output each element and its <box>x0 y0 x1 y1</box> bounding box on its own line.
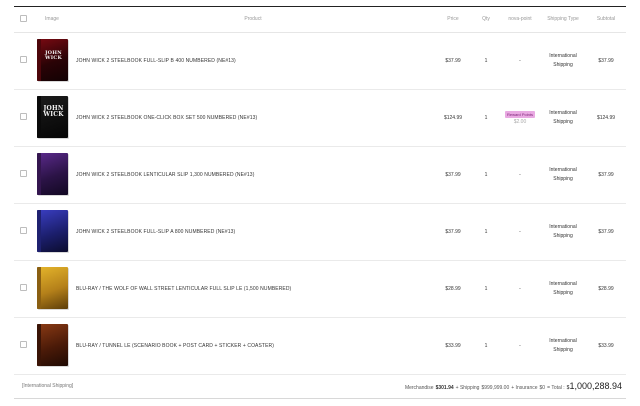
row-checkbox[interactable] <box>19 227 27 234</box>
shipping-line: International <box>549 223 577 230</box>
product-point: - <box>500 146 540 204</box>
product-subtotal: $124.99 <box>586 89 626 147</box>
shipping-line: International <box>549 109 577 116</box>
table-header: Image Product Price Qty nova-point Shipp… <box>14 7 626 33</box>
product-thumbnail[interactable] <box>36 152 68 195</box>
cart-footer: [International Shipping] Merchandise $30… <box>14 375 626 399</box>
table-row: BLU-RAY / THE WOLF OF WALL STREET LENTIC… <box>14 260 626 318</box>
total-amount: $1,000,288.94 <box>567 381 622 391</box>
shipping-line: International <box>549 52 577 59</box>
table-row: JOHN WICK JOHN WICK 2 STEELBOOK FULL-SLI… <box>14 32 626 90</box>
total-value: 1,000,288.94 <box>569 381 622 391</box>
product-point: - <box>500 203 540 261</box>
header-image: Image <box>32 7 72 33</box>
shipping-type: International Shipping <box>540 203 586 261</box>
product-subtotal: $33.99 <box>586 317 626 375</box>
shipping-type: International Shipping <box>540 260 586 318</box>
product-price: $33.99 <box>434 317 472 375</box>
product-qty: 1 <box>472 89 500 147</box>
product-qty: 1 <box>472 317 500 375</box>
header-qty: Qty <box>472 7 500 33</box>
select-all-checkbox[interactable] <box>19 14 27 22</box>
select-all-cell <box>14 7 32 33</box>
shipping-type: International Shipping <box>540 317 586 375</box>
shipping-line: International <box>549 337 577 344</box>
insurance-value: $0 <box>539 385 546 391</box>
product-thumbnail[interactable]: JOHN WICK <box>36 95 68 138</box>
header-shipping-type: Shipping Type <box>540 7 586 33</box>
row-checkbox[interactable] <box>19 56 27 63</box>
shipping-value: $999,999.00 <box>481 385 510 391</box>
product-name[interactable]: BLU-RAY / TUNNEL LE (SCENARIO BOOK + POS… <box>72 317 434 375</box>
total-label: = Total : <box>547 385 565 391</box>
shipping-line: Shipping <box>553 175 573 182</box>
shipping-line: Shipping <box>553 232 573 239</box>
table-row: JOHN WICK 2 STEELBOOK LENTICULAR SLIP 1,… <box>14 146 626 204</box>
product-point: Reward Points $2.00 <box>500 89 540 147</box>
product-thumbnail[interactable] <box>36 209 68 252</box>
product-thumbnail[interactable] <box>36 323 68 366</box>
shipping-line: International <box>549 280 577 287</box>
insurance-label: + Insurance <box>511 385 538 391</box>
product-name[interactable]: JOHN WICK 2 STEELBOOK FULL-SLIP B 400 NU… <box>72 32 434 90</box>
reward-points-value: $2.00 <box>513 118 527 125</box>
thumbnail-title: JOHN WICK <box>44 49 63 61</box>
header-price: Price <box>434 7 472 33</box>
product-subtotal: $37.99 <box>586 146 626 204</box>
product-qty: 1 <box>472 203 500 261</box>
header-product: Product <box>72 7 434 33</box>
product-subtotal: $37.99 <box>586 32 626 90</box>
product-thumbnail[interactable] <box>36 266 68 309</box>
table-row: JOHN WICK 2 STEELBOOK FULL-SLIP A 800 NU… <box>14 203 626 261</box>
shipping-type: International Shipping <box>540 89 586 147</box>
product-point: - <box>500 32 540 90</box>
header-nova-point: nova-point <box>500 7 540 33</box>
shipping-type: International Shipping <box>540 146 586 204</box>
product-price: $28.99 <box>434 260 472 318</box>
product-thumbnail[interactable]: JOHN WICK <box>36 38 68 81</box>
product-price: $37.99 <box>434 203 472 261</box>
product-name[interactable]: BLU-RAY / THE WOLF OF WALL STREET LENTIC… <box>72 260 434 318</box>
reward-points-badge: Reward Points <box>504 110 535 118</box>
shipping-line: Shipping <box>553 118 573 125</box>
shipping-group-label: [International Shipping] <box>22 383 74 389</box>
header-subtotal: Subtotal <box>586 7 626 33</box>
thumbnail-title: JOHN WICK <box>43 104 64 118</box>
cart: Image Product Price Qty nova-point Shipp… <box>14 6 626 399</box>
row-checkbox[interactable] <box>19 341 27 348</box>
order-summary: Merchandise $301.94 + Shipping $999,999.… <box>405 381 622 391</box>
shipping-label: + Shipping <box>455 385 480 391</box>
product-price: $124.99 <box>434 89 472 147</box>
table-row: JOHN WICK JOHN WICK 2 STEELBOOK ONE-CLIC… <box>14 89 626 147</box>
merchandise-value: $301.94 <box>435 385 454 391</box>
product-qty: 1 <box>472 32 500 90</box>
product-point: - <box>500 317 540 375</box>
product-point: - <box>500 260 540 318</box>
cart-table: Image Product Price Qty nova-point Shipp… <box>14 7 626 375</box>
product-subtotal: $28.99 <box>586 260 626 318</box>
row-checkbox[interactable] <box>19 284 27 291</box>
shipping-line: Shipping <box>553 346 573 353</box>
product-qty: 1 <box>472 146 500 204</box>
product-name[interactable]: JOHN WICK 2 STEELBOOK LENTICULAR SLIP 1,… <box>72 146 434 204</box>
product-price: $37.99 <box>434 32 472 90</box>
table-row: BLU-RAY / TUNNEL LE (SCENARIO BOOK + POS… <box>14 317 626 375</box>
merchandise-label: Merchandise <box>404 385 434 391</box>
product-qty: 1 <box>472 260 500 318</box>
shipping-line: Shipping <box>553 61 573 68</box>
shipping-line: International <box>549 166 577 173</box>
product-subtotal: $37.99 <box>586 203 626 261</box>
product-name[interactable]: JOHN WICK 2 STEELBOOK ONE-CLICK BOX SET … <box>72 89 434 147</box>
row-checkbox[interactable] <box>19 170 27 177</box>
product-price: $37.99 <box>434 146 472 204</box>
shipping-type: International Shipping <box>540 32 586 90</box>
row-checkbox[interactable] <box>19 113 27 120</box>
product-name[interactable]: JOHN WICK 2 STEELBOOK FULL-SLIP A 800 NU… <box>72 203 434 261</box>
shipping-line: Shipping <box>553 289 573 296</box>
